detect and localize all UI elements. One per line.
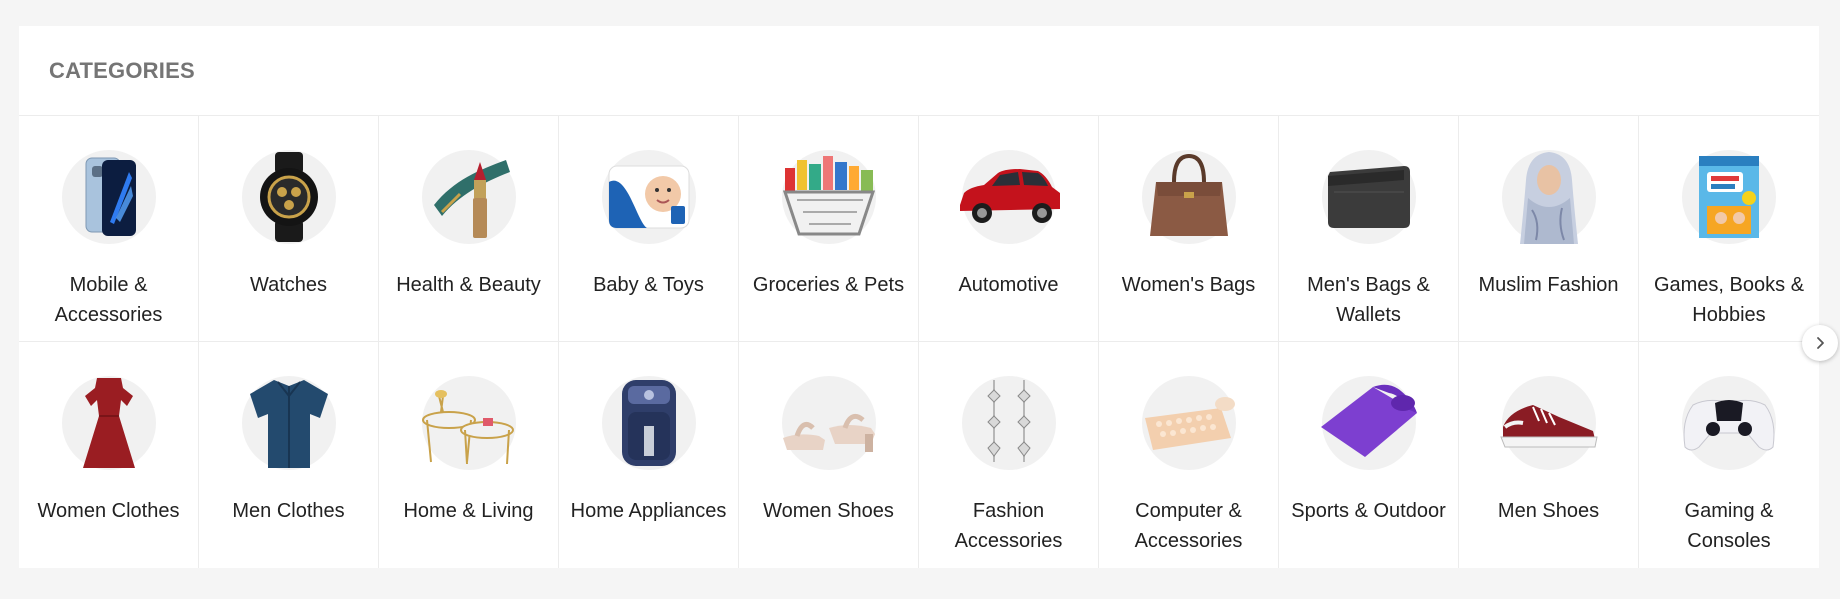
category-label: Home Appliances [570, 500, 727, 522]
car-icon [959, 150, 1060, 244]
air-fryer-icon [601, 376, 696, 470]
category-fashion-accessories[interactable]: Fashion Accessories [919, 342, 1099, 568]
smartphone-icon [61, 150, 156, 244]
category-label: Women Clothes [37, 500, 180, 522]
keyboard-mouse-icon [1141, 376, 1236, 470]
earrings-icon [961, 376, 1056, 470]
category-women-clothes[interactable]: Women Clothes [19, 342, 199, 568]
hijab-model-icon [1501, 150, 1596, 244]
category-label: Health & Beauty [396, 274, 541, 296]
category-label: Muslim Fashion [1478, 274, 1619, 296]
category-label: Men Clothes [232, 500, 345, 522]
wallet-icon [1321, 150, 1416, 244]
book-icon [1682, 150, 1776, 244]
category-groceries-pets[interactable]: Groceries & Pets [739, 116, 919, 342]
panel-header: CATEGORIES [19, 26, 1819, 116]
category-label: Gaming & Consoles [1684, 500, 1774, 552]
category-health-beauty[interactable]: Health & Beauty [379, 116, 559, 342]
category-computer-accessories[interactable]: Computer & Accessories [1099, 342, 1279, 568]
watch-icon [241, 150, 336, 244]
category-label: Women Shoes [763, 500, 894, 522]
category-muslim-fashion[interactable]: Muslim Fashion [1459, 116, 1639, 342]
category-watches[interactable]: Watches [199, 116, 379, 342]
handbag-icon [1141, 150, 1236, 244]
category-label: Groceries & Pets [752, 274, 905, 296]
category-games-books-hobbies[interactable]: Games, Books & Hobbies [1639, 116, 1819, 342]
category-label: Fashion Accessories [954, 500, 1063, 552]
category-label: Men Shoes [1497, 500, 1600, 522]
category-label: Baby & Toys [593, 274, 704, 296]
category-label: Mobile & Accessories [54, 274, 163, 326]
category-baby-toys[interactable]: Baby & Toys [559, 116, 739, 342]
category-label: Automotive [958, 274, 1059, 296]
chevron-right-icon [1817, 337, 1824, 349]
category-label: Home & Living [403, 500, 534, 522]
category-label: Women's Bags [1121, 274, 1256, 296]
category-mobile-accessories[interactable]: Mobile & Accessories [19, 116, 199, 342]
shirt-icon [241, 376, 336, 470]
category-men-shoes[interactable]: Men Shoes [1459, 342, 1639, 568]
categories-panel: CATEGORIES Mobile & Accessories Watches … [19, 26, 1819, 568]
category-gaming-consoles[interactable]: Gaming & Consoles [1639, 342, 1819, 568]
lipstick-icon [421, 150, 516, 244]
category-automotive[interactable]: Automotive [919, 116, 1099, 342]
category-home-living[interactable]: Home & Living [379, 342, 559, 568]
category-womens-bags[interactable]: Women's Bags [1099, 116, 1279, 342]
category-label: Watches [249, 274, 328, 296]
diaper-pack-icon [601, 150, 696, 244]
category-label: Games, Books & Hobbies [1653, 274, 1805, 326]
sandals-icon [781, 376, 876, 470]
category-label: Computer & Accessories [1134, 500, 1243, 552]
game-controller-icon [1682, 376, 1776, 470]
yoga-mat-icon [1320, 376, 1417, 470]
category-grid: Mobile & Accessories Watches Health & Be… [19, 116, 1819, 568]
category-label: Sports & Outdoor [1291, 500, 1446, 522]
category-label: Men's Bags & Wallets [1307, 274, 1430, 326]
category-sports-outdoor[interactable]: Sports & Outdoor [1279, 342, 1459, 568]
shopping-basket-icon [781, 150, 876, 244]
carousel-next-button[interactable] [1802, 325, 1838, 361]
dress-icon [61, 376, 156, 470]
category-mens-bags-wallets[interactable]: Men's Bags & Wallets [1279, 116, 1459, 342]
section-title: CATEGORIES [49, 57, 195, 83]
category-women-shoes[interactable]: Women Shoes [739, 342, 919, 568]
category-men-clothes[interactable]: Men Clothes [199, 342, 379, 568]
sneaker-icon [1499, 376, 1598, 470]
category-home-appliances[interactable]: Home Appliances [559, 342, 739, 568]
coffee-table-icon [421, 376, 516, 470]
